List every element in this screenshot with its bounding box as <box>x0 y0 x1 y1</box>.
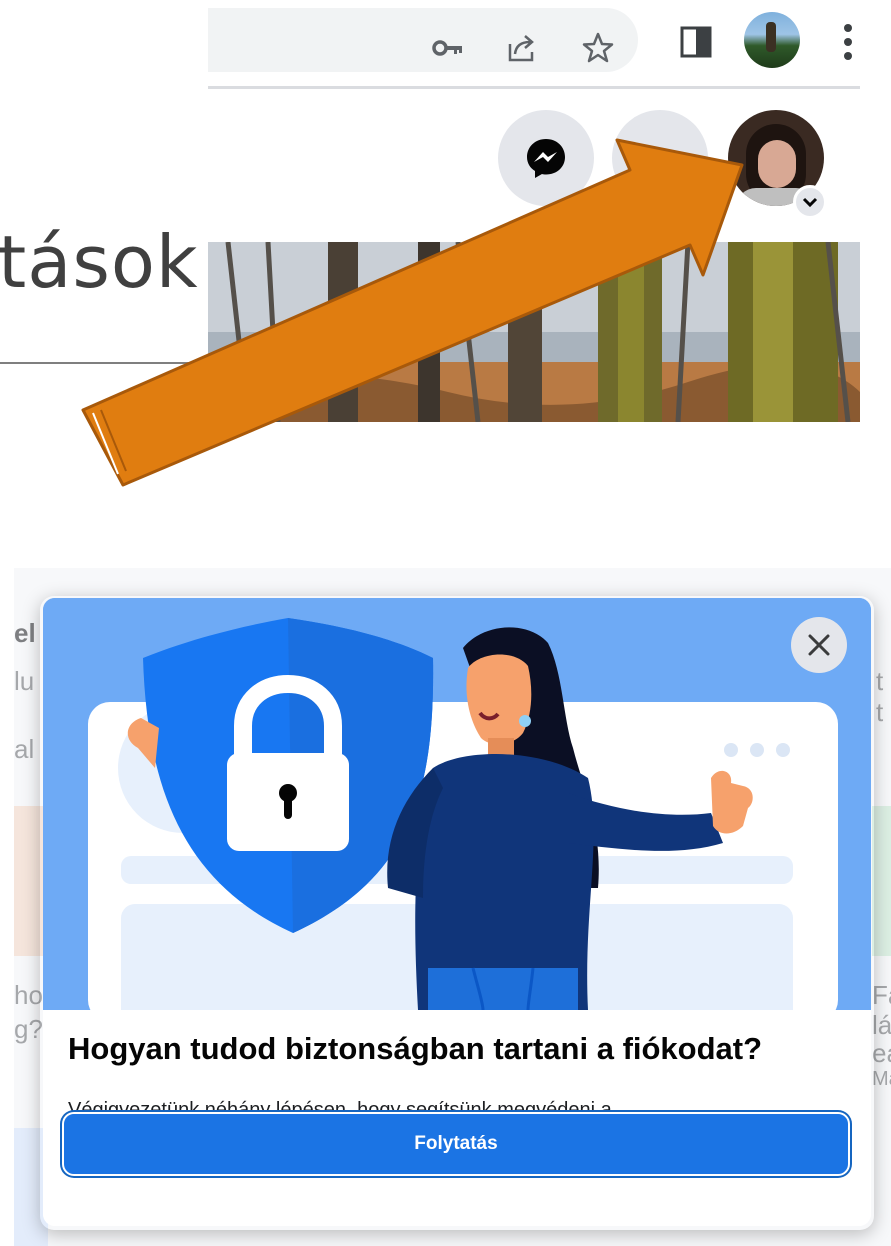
woman-with-shield-illustration <box>43 598 871 1024</box>
background-text: el <box>14 618 36 648</box>
security-illustration <box>43 598 871 1024</box>
background-text: ho <box>14 980 43 1010</box>
dialog-description: Végigvezetünk néhány lépésen, hogy segít… <box>68 1099 612 1114</box>
background-text: g? <box>14 1014 43 1044</box>
background-text: t t <box>876 666 884 727</box>
background-text: eá <box>872 1038 891 1068</box>
close-icon <box>808 634 830 656</box>
continue-button[interactable]: Folytatás <box>64 1114 848 1174</box>
background-text: Fa <box>872 980 891 1010</box>
background-card <box>872 806 891 956</box>
background-text: Ma <box>872 1068 891 1090</box>
dialog-title: Hogyan tudod biztonságban tartani a fiók… <box>68 1031 763 1066</box>
close-dialog-button[interactable] <box>791 617 847 673</box>
background-text: lá <box>872 1010 891 1040</box>
annotation-arrow <box>81 138 744 487</box>
background-text: lu <box>14 666 35 696</box>
background-text: al <box>14 734 35 764</box>
